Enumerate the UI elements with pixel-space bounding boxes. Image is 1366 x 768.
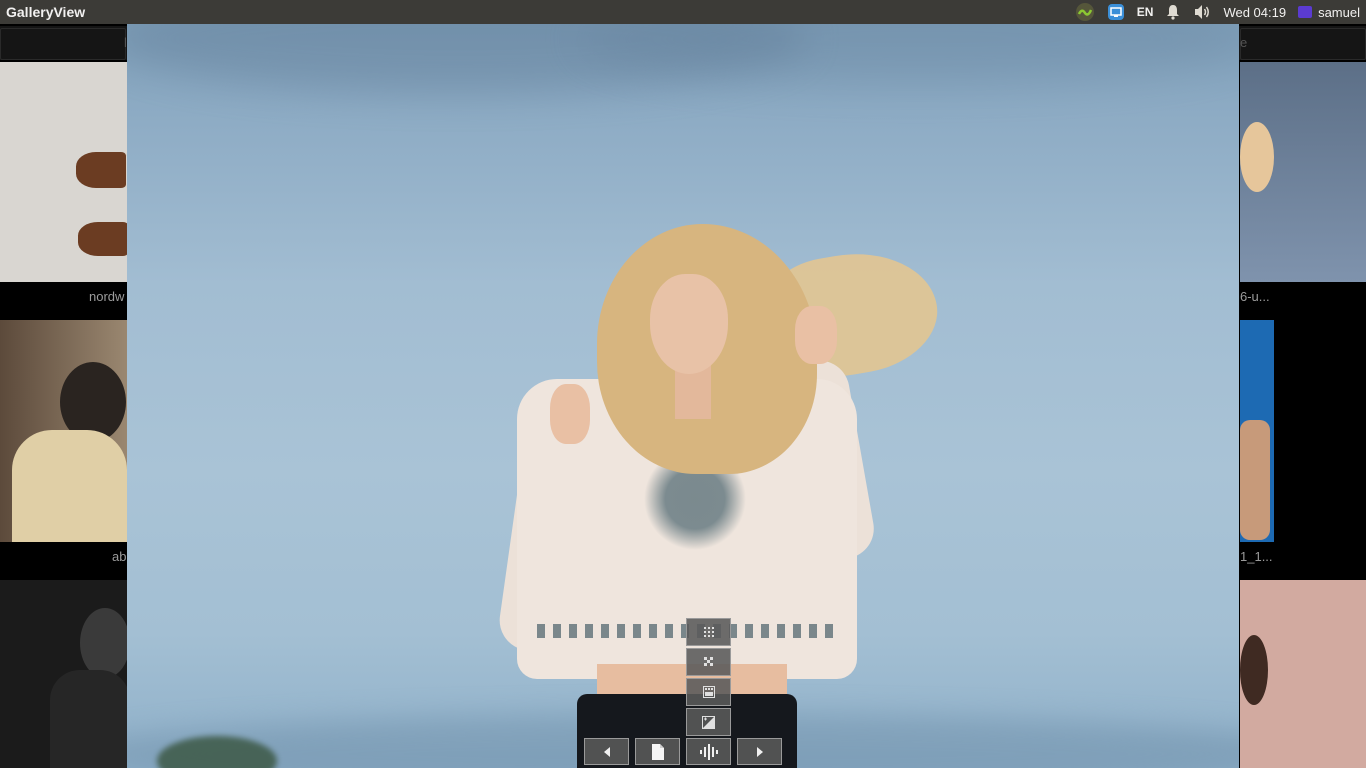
volume-icon[interactable] bbox=[1187, 0, 1217, 24]
zoom-fit-button[interactable] bbox=[686, 648, 731, 676]
toolbar-field-left[interactable] bbox=[0, 28, 126, 60]
thumbnail-caption: 6-u... bbox=[1240, 289, 1270, 304]
thumbnail-right-bottom[interactable] bbox=[1240, 580, 1366, 768]
top-panel: GalleryView EN Wed 04:19 samuel bbox=[0, 0, 1366, 24]
username-label: samuel bbox=[1318, 4, 1360, 20]
waveform-icon bbox=[699, 743, 718, 760]
thumbnail-right-top[interactable] bbox=[1240, 62, 1366, 282]
notification-bell-icon[interactable] bbox=[1159, 0, 1187, 24]
indicator-area: EN Wed 04:19 samuel bbox=[1069, 0, 1366, 24]
hair-shape bbox=[1240, 635, 1268, 705]
filmstrip-button[interactable] bbox=[686, 678, 731, 706]
previous-icon bbox=[603, 746, 610, 757]
thumbnail-woman-dark[interactable] bbox=[0, 580, 127, 768]
next-icon bbox=[756, 746, 763, 757]
document-icon bbox=[651, 743, 664, 760]
thumbnail-right-middle[interactable] bbox=[1240, 320, 1274, 542]
zoom-actual-button[interactable] bbox=[686, 618, 731, 646]
display-icon[interactable] bbox=[1101, 0, 1131, 24]
boot-shape bbox=[76, 152, 126, 188]
thumbnail-caption: 1_1... bbox=[1240, 549, 1273, 564]
keyboard-layout-indicator[interactable]: EN bbox=[1131, 0, 1160, 24]
hair-shape bbox=[1240, 122, 1274, 192]
boot-shape bbox=[78, 222, 127, 256]
thumbnail-boots[interactable] bbox=[0, 62, 127, 282]
thumbnail-caption: nordw bbox=[89, 289, 125, 304]
user-avatar-icon bbox=[1298, 6, 1313, 18]
info-button[interactable] bbox=[635, 738, 680, 765]
keyboard-layout-label: EN bbox=[1136, 5, 1154, 19]
image-viewer[interactable] bbox=[127, 24, 1239, 768]
filmstrip-icon bbox=[702, 686, 715, 698]
head-shape bbox=[80, 608, 127, 678]
left-hand-shape bbox=[550, 384, 590, 444]
toolbar-fragment-right: e bbox=[1240, 35, 1248, 50]
shirt-shape bbox=[12, 430, 127, 542]
next-button[interactable] bbox=[737, 738, 782, 765]
right-hand-shape bbox=[795, 306, 837, 364]
figure-shape bbox=[1240, 420, 1270, 540]
thumbnail-caption: ab bbox=[112, 549, 127, 564]
brightness-contrast-icon bbox=[702, 715, 715, 729]
toolbar-field-right[interactable] bbox=[1240, 28, 1366, 60]
clock[interactable]: Wed 04:19 bbox=[1217, 0, 1292, 24]
zoom-fit-icon bbox=[703, 657, 713, 666]
face-shape bbox=[650, 274, 728, 374]
app-title: GalleryView bbox=[6, 4, 86, 20]
app-indicator-icon[interactable] bbox=[1069, 0, 1101, 24]
audio-button[interactable] bbox=[686, 738, 731, 765]
clock-label: Wed 04:19 bbox=[1223, 4, 1287, 20]
thumbnail-boy[interactable] bbox=[0, 320, 127, 542]
coat-shape bbox=[50, 670, 127, 768]
brightness-contrast-button[interactable] bbox=[686, 708, 731, 736]
zoom-actual-icon bbox=[703, 627, 714, 637]
previous-button[interactable] bbox=[584, 738, 629, 765]
user-menu[interactable]: samuel bbox=[1292, 0, 1366, 24]
